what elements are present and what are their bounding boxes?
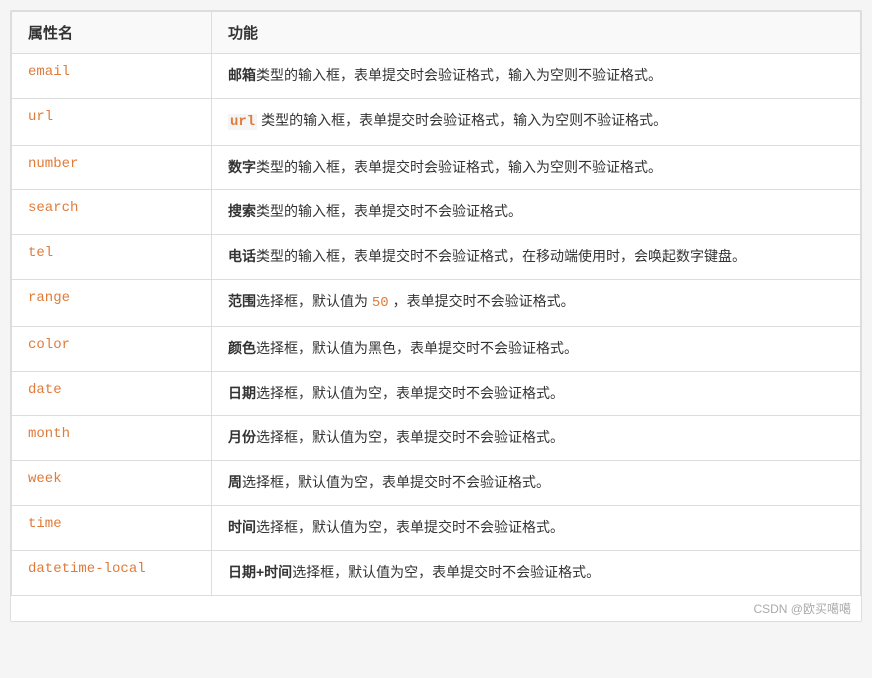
table-row: time时间选择框，默认值为空，表单提交时不会验证格式。 [12,505,861,550]
attr-cell: date [12,371,212,416]
attr-cell: week [12,461,212,506]
func-cell: 日期+时间选择框，默认值为空，表单提交时不会验证格式。 [212,550,861,595]
func-cell: 搜索类型的输入框，表单提交时不会验证格式。 [212,190,861,235]
func-cell: 颜色选择框，默认值为黑色，表单提交时不会验证格式。 [212,326,861,371]
attr-cell: email [12,54,212,99]
attr-cell: range [12,279,212,326]
attr-cell: url [12,98,212,145]
table-header-row: 属性名 功能 [12,12,861,54]
table-row: date日期选择框，默认值为空，表单提交时不会验证格式。 [12,371,861,416]
main-table-container: 属性名 功能 email邮箱类型的输入框，表单提交时会验证格式，输入为空则不验证… [10,10,862,622]
table-footer: CSDN @欧买噶噶 [11,596,861,621]
func-cell: 邮箱类型的输入框，表单提交时会验证格式，输入为空则不验证格式。 [212,54,861,99]
table-row: url url 类型的输入框，表单提交时会验证格式，输入为空则不验证格式。 [12,98,861,145]
func-cell: 月份选择框，默认值为空，表单提交时不会验证格式。 [212,416,861,461]
attributes-table: 属性名 功能 email邮箱类型的输入框，表单提交时会验证格式，输入为空则不验证… [11,11,861,596]
table-row: search搜索类型的输入框，表单提交时不会验证格式。 [12,190,861,235]
attr-cell: datetime-local [12,550,212,595]
func-cell: 范围选择框，默认值为 50 ，表单提交时不会验证格式。 [212,279,861,326]
table-row: month月份选择框，默认值为空，表单提交时不会验证格式。 [12,416,861,461]
table-row: color颜色选择框，默认值为黑色，表单提交时不会验证格式。 [12,326,861,371]
header-func: 功能 [212,12,861,54]
func-cell: 日期选择框，默认值为空，表单提交时不会验证格式。 [212,371,861,416]
table-row: week周选择框，默认值为空，表单提交时不会验证格式。 [12,461,861,506]
func-cell: 时间选择框，默认值为空，表单提交时不会验证格式。 [212,505,861,550]
table-row: email邮箱类型的输入框，表单提交时会验证格式，输入为空则不验证格式。 [12,54,861,99]
table-row: number数字类型的输入框，表单提交时会验证格式，输入为空则不验证格式。 [12,145,861,190]
attr-cell: color [12,326,212,371]
table-row: range范围选择框，默认值为 50 ，表单提交时不会验证格式。 [12,279,861,326]
attr-cell: number [12,145,212,190]
attr-cell: tel [12,235,212,280]
func-cell: 周选择框，默认值为空，表单提交时不会验证格式。 [212,461,861,506]
func-cell: 电话类型的输入框，表单提交时不会验证格式，在移动端使用时，会唤起数字键盘。 [212,235,861,280]
header-attr: 属性名 [12,12,212,54]
func-cell: 数字类型的输入框，表单提交时会验证格式，输入为空则不验证格式。 [212,145,861,190]
attr-cell: time [12,505,212,550]
attr-cell: search [12,190,212,235]
func-cell: url 类型的输入框，表单提交时会验证格式，输入为空则不验证格式。 [212,98,861,145]
attr-cell: month [12,416,212,461]
table-row: datetime-local日期+时间选择框，默认值为空，表单提交时不会验证格式… [12,550,861,595]
table-row: tel电话类型的输入框，表单提交时不会验证格式，在移动端使用时，会唤起数字键盘。 [12,235,861,280]
